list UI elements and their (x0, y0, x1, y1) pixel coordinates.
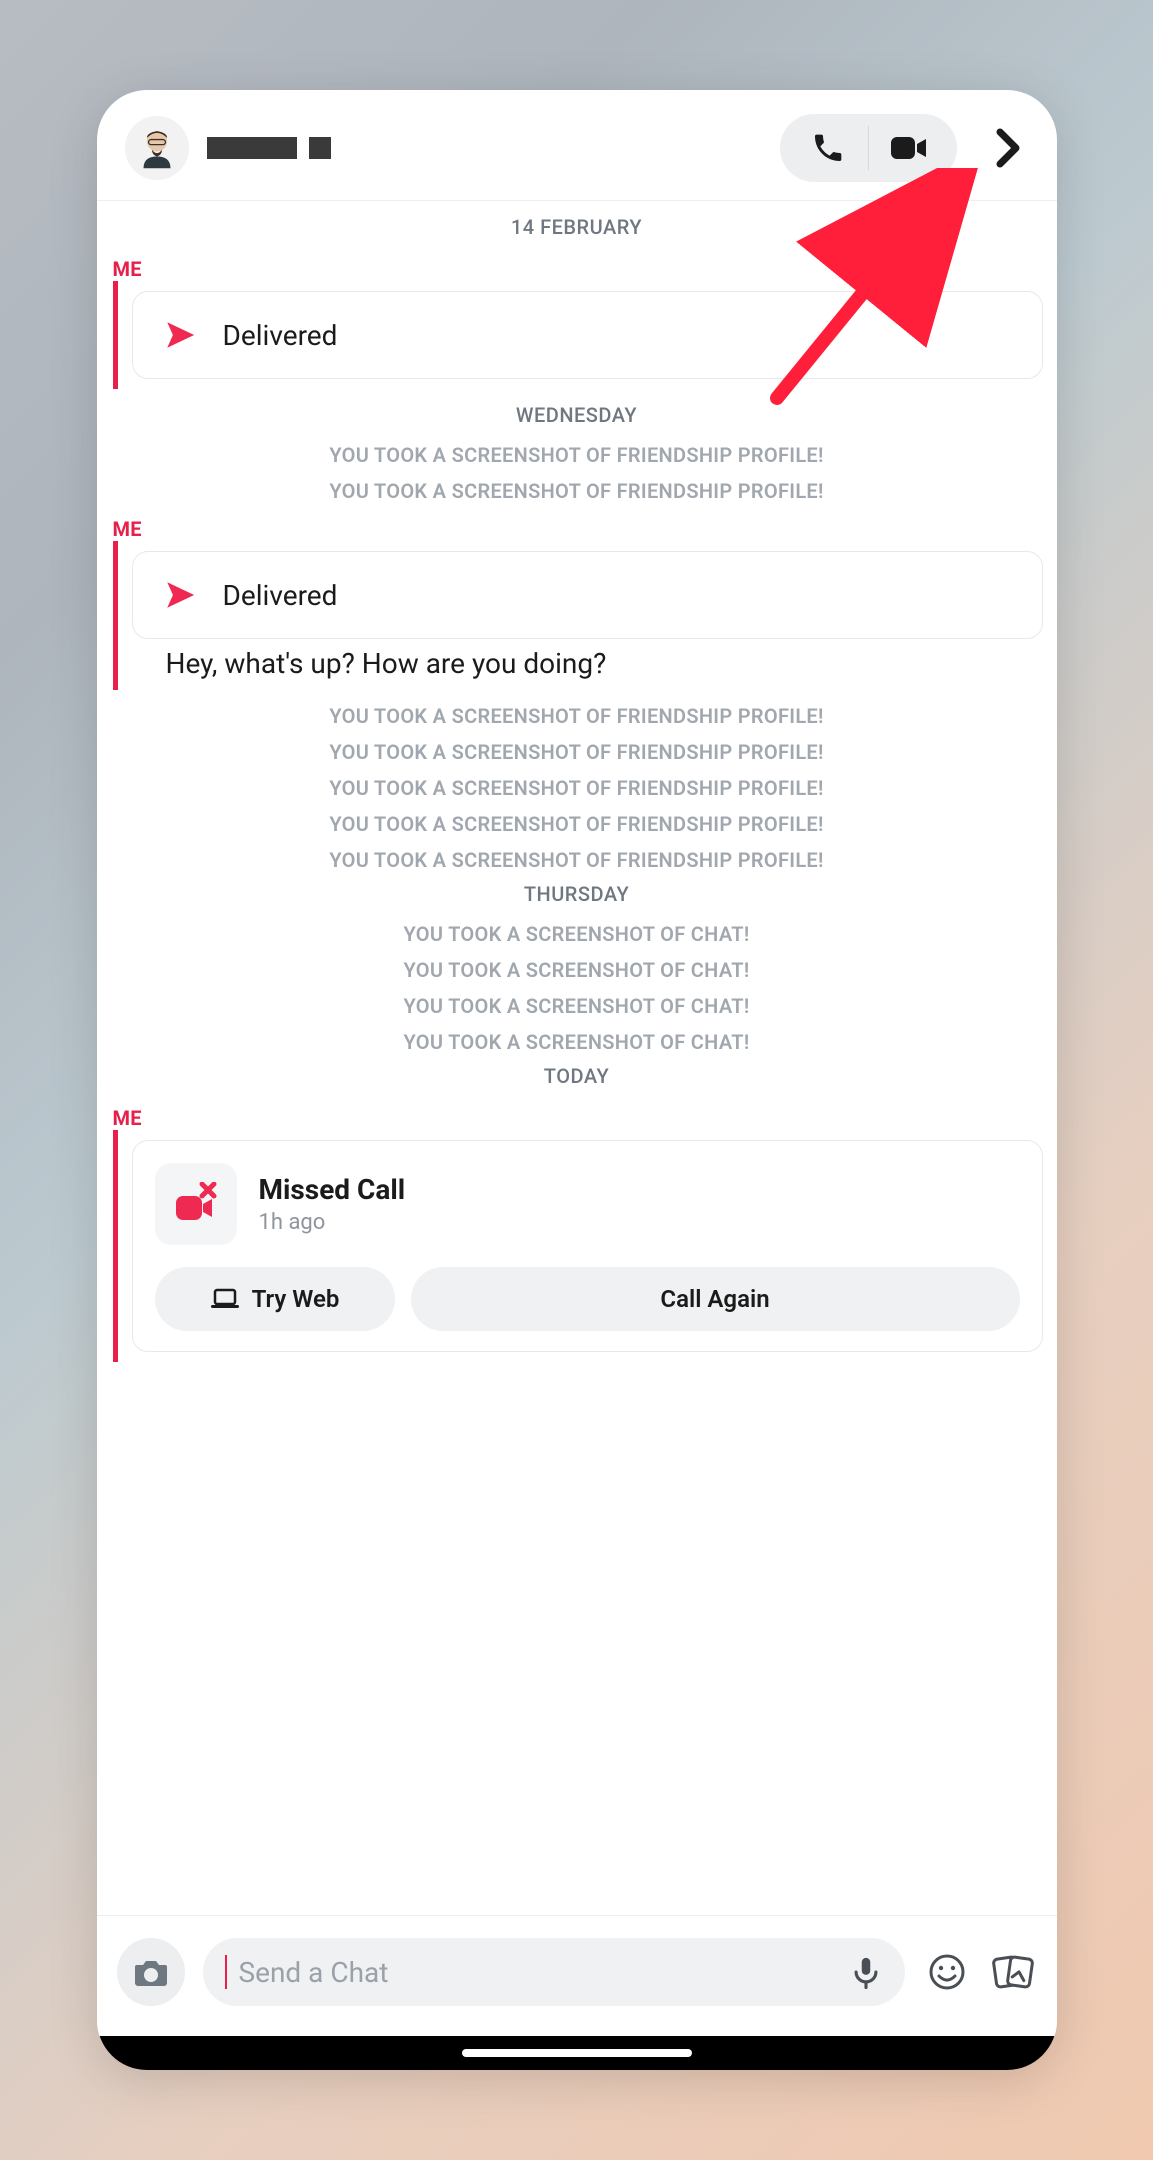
system-message: YOU TOOK A SCREENSHOT OF FRIENDSHIP PROF… (97, 842, 1057, 878)
missed-call-icon-wrap (155, 1163, 237, 1245)
system-message: YOU TOOK A SCREENSHOT OF CHAT! (97, 916, 1057, 952)
delivered-label: Delivered (223, 319, 338, 352)
system-message: YOU TOOK A SCREENSHOT OF CHAT! (97, 1024, 1057, 1060)
call-controls (780, 114, 957, 182)
phone-frame: 14 FEBRUARY ME Delivered WEDNESDAY YOU T… (97, 90, 1057, 2070)
system-message: YOU TOOK A SCREENSHOT OF FRIENDSHIP PROF… (97, 698, 1057, 734)
contact-name[interactable] (207, 137, 331, 159)
date-separator: 14 FEBRUARY (97, 201, 1057, 249)
snap-delivered[interactable]: Delivered (132, 291, 1043, 379)
sender-label-me: ME (97, 1106, 1057, 1130)
gallery-icon (991, 1952, 1035, 1992)
memories-button[interactable] (989, 1948, 1037, 1996)
chat-input[interactable]: Send a Chat (203, 1938, 905, 2006)
smile-icon (927, 1952, 967, 1992)
system-message: YOU TOOK A SCREENSHOT OF FRIENDSHIP PROF… (97, 806, 1057, 842)
try-web-button[interactable]: Try Web (155, 1267, 395, 1331)
phone-icon (811, 131, 845, 165)
sticker-button[interactable] (923, 1948, 971, 1996)
date-separator: WEDNESDAY (97, 389, 1057, 437)
system-message: YOU TOOK A SCREENSHOT OF FRIENDSHIP PROF… (97, 473, 1057, 509)
laptop-icon (210, 1287, 240, 1311)
chevron-right-icon (996, 128, 1022, 168)
camera-button[interactable] (117, 1938, 185, 2006)
system-message: YOU TOOK A SCREENSHOT OF FRIENDSHIP PROF… (97, 734, 1057, 770)
missed-call-time: 1h ago (259, 1210, 406, 1235)
video-call-button[interactable] (869, 118, 949, 178)
message-group: Missed Call 1h ago Try Web Call Again (113, 1130, 1057, 1362)
sent-snap-icon (163, 318, 197, 352)
profile-chevron[interactable] (989, 128, 1029, 168)
system-message: YOU TOOK A SCREENSHOT OF CHAT! (97, 952, 1057, 988)
message-group: Delivered (113, 281, 1057, 389)
system-message: YOU TOOK A SCREENSHOT OF FRIENDSHIP PROF… (97, 437, 1057, 473)
chat-placeholder: Send a Chat (239, 1956, 837, 1989)
message-group: Delivered Hey, what's up? How are you do… (113, 541, 1057, 690)
sender-label-me: ME (97, 517, 1057, 541)
system-message: YOU TOOK A SCREENSHOT OF FRIENDSHIP PROF… (97, 770, 1057, 806)
nav-bar (97, 2036, 1057, 2070)
delivered-label: Delivered (223, 579, 338, 612)
composer: Send a Chat (97, 1915, 1057, 2036)
system-message: YOU TOOK A SCREENSHOT OF CHAT! (97, 988, 1057, 1024)
missed-call-title: Missed Call (259, 1173, 406, 1206)
snap-delivered[interactable]: Delivered (132, 551, 1043, 639)
text-caret (225, 1955, 227, 1989)
mic-icon[interactable] (849, 1955, 883, 1989)
try-web-label: Try Web (252, 1285, 340, 1313)
call-again-label: Call Again (660, 1285, 769, 1313)
video-icon (889, 133, 929, 163)
redacted-text (309, 137, 331, 159)
chat-scroll[interactable]: 14 FEBRUARY ME Delivered WEDNESDAY YOU T… (97, 201, 1057, 1915)
chat-header (97, 90, 1057, 200)
sent-snap-icon (163, 578, 197, 612)
text-message[interactable]: Hey, what's up? How are you doing? (132, 647, 1043, 680)
audio-call-button[interactable] (788, 118, 868, 178)
sender-label-me: ME (97, 257, 1057, 281)
avatar-bitmoji-icon (130, 121, 184, 175)
camera-icon (133, 1956, 169, 1988)
avatar[interactable] (125, 116, 189, 180)
redacted-text (207, 137, 297, 159)
date-separator: THURSDAY (97, 878, 1057, 916)
missed-video-call-icon (172, 1182, 220, 1226)
date-separator: TODAY (97, 1060, 1057, 1098)
missed-call-card: Missed Call 1h ago Try Web Call Again (132, 1140, 1043, 1352)
home-indicator[interactable] (462, 2049, 692, 2057)
call-again-button[interactable]: Call Again (411, 1267, 1020, 1331)
